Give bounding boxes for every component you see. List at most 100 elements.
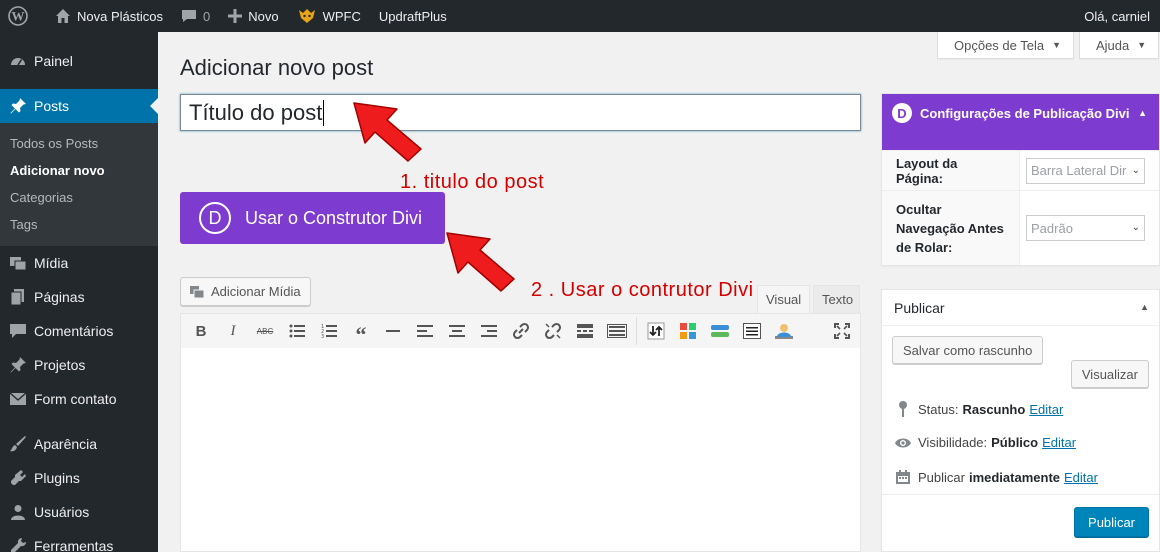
wpfc-link[interactable]: WPFC [288, 0, 370, 32]
post-content-editor[interactable] [180, 348, 861, 552]
blockquote-icon[interactable]: “ [345, 316, 377, 347]
sidebar-item-painel[interactable]: Painel [0, 44, 158, 78]
bold-icon[interactable]: B [185, 316, 217, 346]
admin-sidebar: Painel Posts Todos os Posts Adicionar no… [0, 32, 158, 552]
sidebar-item-ferramentas[interactable]: Ferramentas [0, 529, 158, 552]
sidebar-item-paginas[interactable]: Páginas [0, 280, 158, 314]
shortcode-upload-icon[interactable] [640, 316, 672, 346]
admin-bar: W Nova Plásticos 0 Novo WPFC UpdraftPlus… [0, 0, 1160, 32]
svg-text:3: 3 [321, 334, 324, 338]
comments-link[interactable]: 0 [172, 0, 219, 32]
comments-icon [8, 321, 28, 341]
page-title: Adicionar novo post [180, 55, 374, 80]
align-right-icon[interactable] [473, 316, 505, 346]
preview-button[interactable]: Visualizar [1070, 360, 1149, 388]
visibility-value: Público [991, 435, 1039, 450]
sidebar-item-projetos[interactable]: Projetos [0, 348, 158, 382]
use-divi-builder-button[interactable]: D Usar o Construtor Divi [180, 192, 445, 244]
svg-text:W: W [12, 9, 25, 24]
submenu-tags[interactable]: Tags [0, 211, 158, 238]
user-account-link[interactable]: Olá, carniel [1075, 0, 1160, 32]
wordpress-logo-icon[interactable]: W [0, 0, 46, 32]
submenu-all-posts[interactable]: Todos os Posts [0, 130, 158, 157]
site-name-link[interactable]: Nova Plásticos [46, 0, 172, 32]
hide-nav-select[interactable]: Padrão ⌄ [1026, 215, 1145, 241]
sidebar-item-label: Painel [34, 53, 73, 69]
page-layout-row: Layout da Página: Barra Lateral Dir ⌄ [882, 150, 1159, 190]
sidebar-item-usuarios[interactable]: Usuários [0, 495, 158, 529]
submenu-categories[interactable]: Categorias [0, 184, 158, 211]
shortcode-author-icon[interactable] [768, 316, 800, 346]
sidebar-item-posts[interactable]: Posts [0, 89, 158, 123]
user-greeting: Olá, carniel [1084, 8, 1150, 24]
schedule-row: Publicar imediatamente Editar [894, 469, 1098, 485]
italic-icon[interactable]: I [217, 316, 249, 346]
plugin-icon [8, 468, 28, 488]
sidebar-item-label: Usuários [34, 504, 90, 520]
sidebar-item-midia[interactable]: Mídia [0, 246, 158, 280]
sidebar-item-label: Páginas [34, 289, 85, 305]
pin-icon [8, 355, 28, 375]
save-draft-label: Salvar como rascunho [903, 342, 1033, 358]
updraftplus-link[interactable]: UpdraftPlus [370, 0, 456, 32]
media-icon [190, 285, 205, 298]
posts-submenu: Todos os Posts Adicionar novo Categorias… [0, 123, 158, 246]
publish-button[interactable]: Publicar [1074, 507, 1149, 537]
divi-settings-header[interactable]: D Configurações de Publicação Divi ▲ [882, 94, 1159, 150]
hide-nav-row: Ocultar Navegação Antes de Rolar: Padrão… [882, 190, 1159, 265]
numbered-list-icon[interactable]: 123 [313, 316, 345, 346]
remove-link-icon[interactable] [537, 316, 569, 346]
save-draft-button[interactable]: Salvar como rascunho [892, 336, 1044, 364]
edit-status-link[interactable]: Editar [1029, 402, 1063, 417]
sidebar-item-plugins[interactable]: Plugins [0, 461, 158, 495]
sidebar-item-label: Projetos [34, 357, 86, 373]
tab-visual[interactable]: Visual [757, 285, 811, 313]
publish-box: Publicar ▲ Salvar como rascunho Visualiz… [881, 289, 1160, 552]
brush-icon [8, 434, 28, 454]
publish-box-header[interactable]: Publicar ▲ [882, 290, 1159, 326]
align-left-icon[interactable] [409, 316, 441, 346]
collapse-arrow-icon[interactable]: ▲ [1138, 108, 1147, 118]
divi-logo-icon: D [892, 103, 912, 123]
publish-box-title: Publicar [894, 299, 945, 316]
visibility-label: Visibilidade: [918, 435, 988, 450]
new-content-link[interactable]: Novo [219, 0, 287, 32]
hide-nav-value: Padrão [1031, 220, 1073, 236]
tab-text-label: Texto [822, 292, 854, 307]
add-media-button[interactable]: Adicionar Mídia [180, 277, 311, 306]
dashboard-icon [8, 51, 28, 71]
post-title-input[interactable]: Título do post [180, 94, 861, 131]
shortcode-columns-icon[interactable] [672, 316, 704, 346]
edit-schedule-link[interactable]: Editar [1064, 470, 1098, 485]
bullet-list-icon[interactable] [281, 316, 313, 346]
divi-button-label: Usar o Construtor Divi [245, 207, 423, 228]
pin-icon [8, 96, 28, 116]
collapse-arrow-icon[interactable]: ▲ [1140, 302, 1149, 312]
annotation-arrow-icon [353, 102, 422, 162]
shortcode-box-icon[interactable] [704, 316, 736, 346]
read-more-icon[interactable] [569, 316, 601, 346]
edit-visibility-link[interactable]: Editar [1042, 435, 1076, 450]
align-center-icon[interactable] [441, 316, 473, 346]
site-name: Nova Plásticos [77, 8, 163, 24]
shortcode-tabs-icon[interactable] [736, 316, 768, 346]
keyboard-toolbar-toggle-icon[interactable] [601, 316, 633, 346]
screen-options-tab[interactable]: Opções de Tela ▼ [937, 32, 1075, 59]
sidebar-item-aparencia[interactable]: Aparência [0, 427, 158, 461]
sidebar-item-form-contato[interactable]: Form contato [0, 382, 158, 416]
sidebar-item-label: Aparência [34, 436, 98, 452]
strikethrough-icon[interactable]: ABC [249, 316, 281, 346]
tab-text[interactable]: Texto [813, 285, 860, 313]
sidebar-item-label: Mídia [34, 255, 69, 271]
insert-link-icon[interactable] [505, 316, 537, 346]
page-layout-select[interactable]: Barra Lateral Dir ⌄ [1026, 157, 1145, 184]
sidebar-item-comentarios[interactable]: Comentários [0, 314, 158, 348]
submenu-add-new[interactable]: Adicionar novo [0, 157, 158, 184]
mail-icon [8, 389, 28, 409]
post-title-value: Título do post [189, 99, 323, 125]
horizontal-line-icon[interactable] [377, 316, 409, 346]
fullscreen-icon[interactable] [826, 316, 858, 346]
help-tab[interactable]: Ajuda ▼ [1079, 32, 1160, 59]
sidebar-item-label: Ferramentas [34, 538, 114, 552]
screen-options-label: Opções de Tela [954, 37, 1045, 53]
